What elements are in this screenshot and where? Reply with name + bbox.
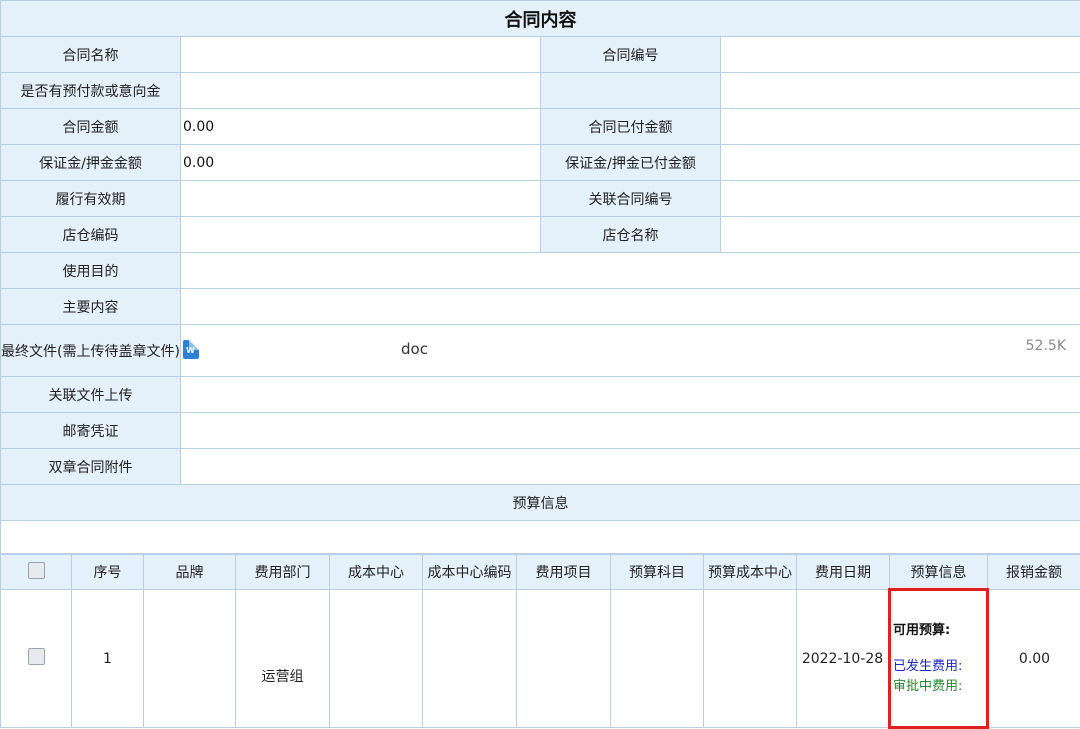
store-code-label: 店仓编码	[0, 216, 181, 253]
col-header-budget-subject: 预算科目	[610, 554, 704, 590]
double-seal-label: 双章合同附件	[0, 448, 181, 485]
prepay-label: 是否有预付款或意向金	[0, 72, 181, 109]
double-seal-value[interactable]	[180, 448, 1080, 485]
main-content-label: 主要内容	[0, 288, 181, 325]
checkbox-icon[interactable]	[27, 648, 45, 665]
mail-proof-label: 邮寄凭证	[0, 412, 181, 449]
purpose-value	[180, 252, 1080, 289]
row-index: 1	[71, 589, 144, 728]
col-header-index: 序号	[71, 554, 144, 590]
row-dept: 运营组	[261, 668, 304, 685]
contract-name-value	[180, 36, 541, 73]
prepay-value	[180, 72, 541, 109]
validity-label: 履行有效期	[0, 180, 181, 217]
budget-pending: 审批中费用:	[893, 678, 963, 694]
prepay-extra-label	[540, 72, 721, 109]
col-header-brand: 品牌	[143, 554, 236, 590]
store-name-value	[720, 216, 1080, 253]
related-upload-label: 关联文件上传	[0, 376, 181, 413]
row-cost-center	[329, 589, 423, 728]
deposit-label: 保证金/押金金额	[0, 144, 181, 181]
deposit-paid-value	[720, 144, 1080, 181]
validity-value	[180, 180, 541, 217]
related-upload-value[interactable]	[180, 376, 1080, 413]
related-no-label: 关联合同编号	[540, 180, 721, 217]
contract-title: 合同内容	[0, 0, 1080, 37]
related-no-value	[720, 180, 1080, 217]
row-amount: 0.00	[987, 589, 1080, 728]
col-header-budget-cost-center: 预算成本中心	[703, 554, 797, 590]
store-code-value	[180, 216, 541, 253]
row-budget-subject	[610, 589, 704, 728]
amount-value: 0.00	[180, 108, 541, 145]
col-header-amount: 报销金额	[987, 554, 1080, 590]
final-file-label: 最终文件(需上传待盖章文件)	[0, 324, 181, 377]
prepay-extra-value	[720, 72, 1080, 109]
budget-grid: 序号 品牌 费用部门 成本中心 成本中心编码 费用项目 预算科目 预算成本中心 …	[0, 554, 1080, 729]
budget-spent: 已发生费用:	[893, 658, 963, 674]
paid-label: 合同已付金额	[540, 108, 721, 145]
purpose-label: 使用目的	[0, 252, 181, 289]
store-name-label: 店仓名称	[540, 216, 721, 253]
checkbox-icon[interactable]	[27, 561, 45, 579]
deposit-paid-label: 保证金/押金已付金额	[540, 144, 721, 181]
final-file-cell: doc 52.5K	[180, 324, 1080, 377]
row-select[interactable]	[0, 589, 72, 728]
paid-value	[720, 108, 1080, 145]
col-header-expense-item: 费用项目	[516, 554, 611, 590]
deposit-value: 0.00	[180, 144, 541, 181]
row-cost-center-code	[422, 589, 517, 728]
row-date: 2022-10-28	[796, 589, 890, 728]
budget-available: 可用预算:	[893, 622, 951, 638]
table-row: 1 运营组 2022-10-28 可用预算: 已发生费用: 审批中费用: 0.0…	[0, 588, 1080, 729]
row-expense-item	[516, 589, 611, 728]
contract-name-label: 合同名称	[0, 36, 181, 73]
word-file-icon[interactable]	[183, 340, 199, 359]
row-budget-info: 可用预算: 已发生费用: 审批中费用:	[888, 588, 989, 729]
mail-proof-value[interactable]	[180, 412, 1080, 449]
amount-label: 合同金额	[0, 108, 181, 145]
contract-number-value	[720, 36, 1080, 73]
final-file-size: 52.5K	[1025, 338, 1066, 354]
main-content-value	[180, 288, 1080, 325]
col-header-date: 费用日期	[796, 554, 890, 590]
final-file-link[interactable]: doc	[401, 340, 428, 358]
contract-form: 合同内容 合同名称 合同编号 是否有预付款或意向金 合同金额 0.00 合同已付…	[0, 0, 1080, 554]
col-header-cost-center: 成本中心	[329, 554, 423, 590]
select-all-header[interactable]	[0, 554, 72, 590]
row-budget-cost-center	[703, 589, 797, 728]
col-header-cost-center-code: 成本中心编码	[422, 554, 517, 590]
col-header-budget-info: 预算信息	[889, 554, 988, 590]
budget-section-title: 预算信息	[0, 484, 1080, 521]
contract-number-label: 合同编号	[540, 36, 721, 73]
budget-spacer	[0, 520, 1080, 554]
row-dept-cell: 运营组	[235, 589, 330, 728]
col-header-dept: 费用部门	[235, 554, 330, 590]
row-brand	[143, 589, 236, 728]
